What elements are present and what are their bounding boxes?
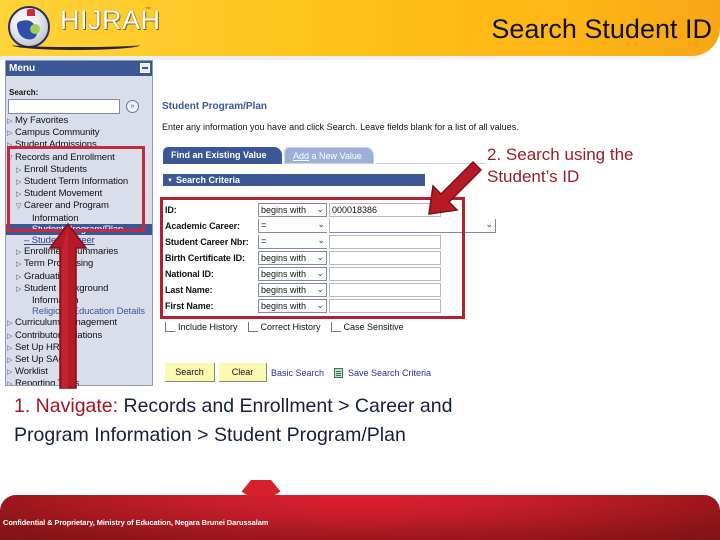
save-icon[interactable] <box>334 367 344 378</box>
collapsed-triangle-icon[interactable]: ▷ <box>7 128 15 139</box>
slide-footer: Confidential & Proprietary, Ministry of … <box>0 495 720 540</box>
tab-find-existing-value[interactable]: Find an Existing Value <box>163 147 282 164</box>
collapsed-triangle-icon[interactable]: ▷ <box>16 247 24 258</box>
tab-add-label: a New Value <box>309 151 362 161</box>
search-form-highlight-box <box>160 197 465 319</box>
checkbox-box[interactable] <box>247 322 258 332</box>
step-2-callout: 2. Search using the Student’s ID <box>487 144 633 188</box>
include-history-checkbox[interactable]: Include History <box>165 322 238 332</box>
menu-item-label: Worklist <box>15 366 48 378</box>
page-title: Student Program/Plan <box>162 101 268 112</box>
step-2-line-1: 2. Search using the <box>487 145 634 164</box>
collapse-menu-icon[interactable] <box>140 63 150 73</box>
save-search-criteria-link[interactable]: Save Search Criteria <box>348 368 431 378</box>
collapsed-triangle-icon[interactable]: ▷ <box>7 367 15 378</box>
clear-button[interactable]: Clear <box>219 363 267 382</box>
collapsed-triangle-icon[interactable]: ▷ <box>16 272 24 283</box>
search-criteria-label: Search Criteria <box>175 175 240 185</box>
slide-header: HIJRAH ™ Search Student ID <box>0 0 720 60</box>
menu-item[interactable]: ▷ Campus Community <box>6 127 152 139</box>
collapsed-triangle-icon[interactable]: ▷ <box>7 355 15 366</box>
search-actions: Search Clear Basic Search Save Search Cr… <box>165 363 431 382</box>
menu-search-input[interactable] <box>8 99 120 114</box>
case-sensitive-checkbox[interactable]: Case Sensitive <box>330 322 404 332</box>
page-instructions: Enter any information you have and click… <box>162 122 519 132</box>
correct-history-checkbox[interactable]: Correct History <box>247 322 321 332</box>
checkbox-box[interactable] <box>165 322 175 332</box>
tab-add-accesskey: Add <box>293 151 310 161</box>
tab-add-new-value[interactable]: Add a New Value <box>284 147 374 164</box>
collapsed-triangle-icon[interactable]: ▷ <box>7 116 15 127</box>
basic-search-link[interactable]: Basic Search <box>271 368 324 378</box>
step-1-path-part-1: Records and Enrollment > Career and <box>118 395 453 417</box>
hijrah-logo: HIJRAH ™ <box>4 2 160 54</box>
search-options: Include History Correct History Case Sen… <box>165 322 414 332</box>
collapsed-triangle-icon[interactable]: ▷ <box>16 259 24 270</box>
menu-search-row: » <box>6 97 152 114</box>
navigation-highlight-box <box>7 146 145 232</box>
step-1-label: 1. Navigate: <box>14 395 119 417</box>
footer-confidentiality-text: Confidential & Proprietary, Ministry of … <box>3 518 269 527</box>
step-1-line-2: Program Information > Student Program/Pl… <box>14 424 406 446</box>
collapsed-triangle-icon[interactable]: ▷ <box>7 331 15 342</box>
menu-item-label: My Favorites <box>15 115 69 126</box>
chevron-down-icon: ⌄ <box>485 219 493 229</box>
search-go-icon[interactable]: » <box>126 100 139 113</box>
collapsed-triangle-icon[interactable]: ▷ <box>7 318 15 329</box>
include-history-label: Include History <box>178 322 238 332</box>
step-1-callout: 1. Navigate: Records and Enrollment > Ca… <box>14 392 574 450</box>
tab-bar: Find an Existing Value Add a New Value <box>163 147 376 164</box>
correct-history-label: Correct History <box>260 322 321 332</box>
slide-title: Search Student ID <box>491 14 712 44</box>
menu-item[interactable]: ▷ My Favorites <box>6 115 152 127</box>
search-criteria-header[interactable]: ▼ Search Criteria <box>163 174 425 186</box>
step-2-line-2: Student’s ID <box>487 167 580 186</box>
up-arrow-icon <box>48 222 88 389</box>
case-sensitive-label: Case Sensitive <box>343 322 404 332</box>
collapse-triangle-icon: ▼ <box>167 178 173 184</box>
logo-swoosh <box>12 40 140 50</box>
step-1-line-1: 1. Navigate: Records and Enrollment > Ca… <box>14 392 574 421</box>
menu-search-label: Search: <box>9 88 39 97</box>
search-button[interactable]: Search <box>165 363 215 382</box>
collapsed-triangle-icon[interactable]: ▷ <box>16 284 24 295</box>
crown-icon <box>27 9 35 16</box>
menu-item-label: Campus Community <box>15 127 100 139</box>
collapsed-triangle-icon[interactable]: ▷ <box>7 379 15 385</box>
menu-title: Menu <box>9 63 36 74</box>
trademark-mark: ™ <box>145 7 151 13</box>
collapsed-triangle-icon[interactable]: ▷ <box>7 343 15 354</box>
diagonal-arrow-icon <box>428 160 483 215</box>
menu-header: Menu <box>6 61 152 76</box>
checkbox-box[interactable] <box>330 322 341 332</box>
